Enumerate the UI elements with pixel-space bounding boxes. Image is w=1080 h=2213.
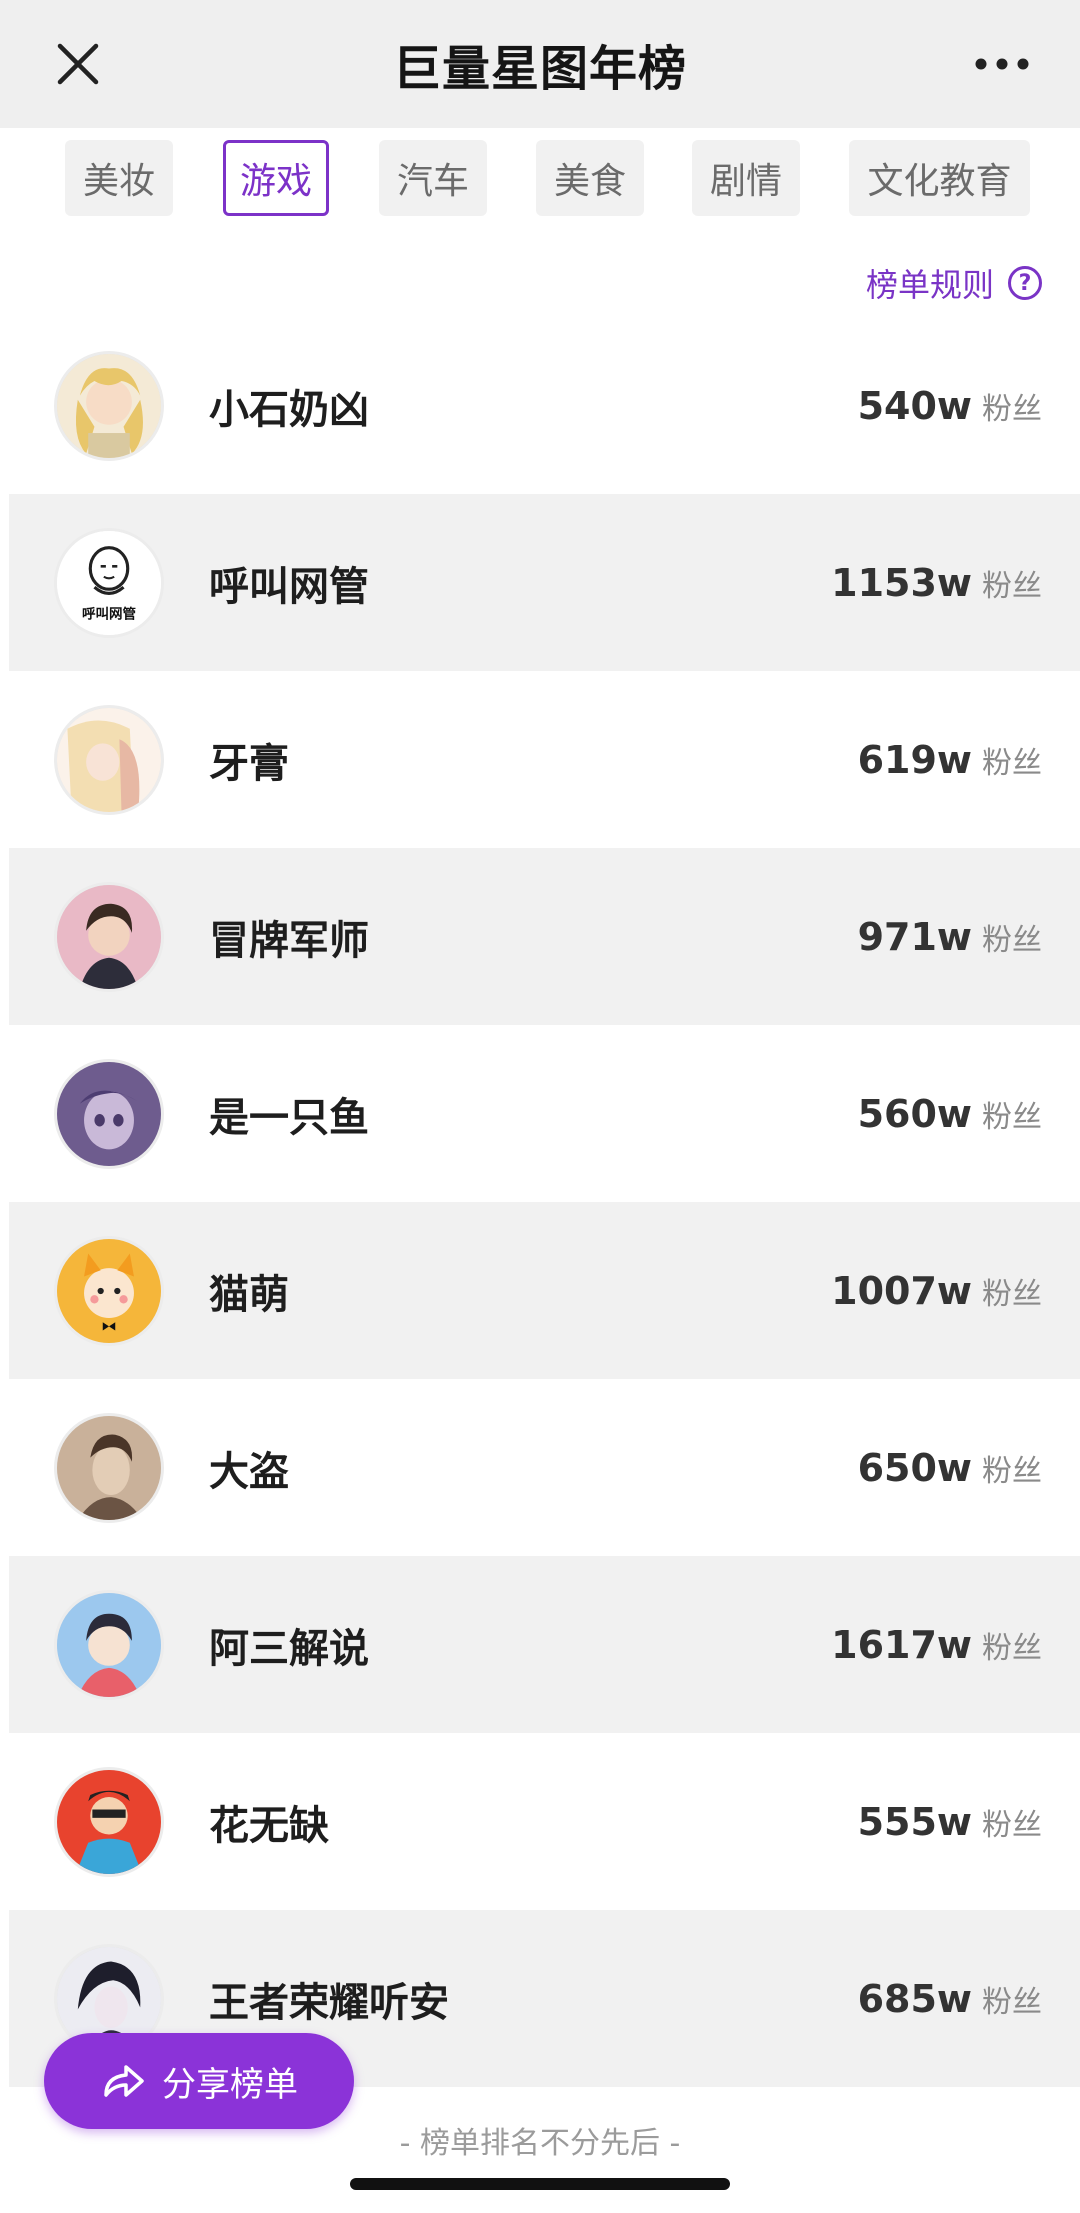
- rules-link[interactable]: 榜单规则 ?: [866, 258, 1042, 308]
- list-item[interactable]: 大盗 650w 粉丝: [9, 1379, 1080, 1556]
- creator-name: 阿三解说: [209, 1625, 369, 1672]
- tab-makeup[interactable]: 美妆: [65, 140, 173, 216]
- creator-name: 冒牌军师: [209, 917, 369, 964]
- fan-count: 1617w 粉丝: [831, 1623, 1042, 1667]
- fan-number: 1007w: [831, 1268, 972, 1313]
- close-icon: [57, 43, 99, 85]
- more-icon: [975, 58, 1029, 70]
- creator-name: 小石奶凶: [209, 386, 369, 433]
- rules-label: 榜单规则: [865, 266, 994, 304]
- more-button[interactable]: [968, 30, 1036, 98]
- avatar: [54, 1236, 164, 1346]
- page-title: 巨量星图年榜: [392, 41, 687, 97]
- fan-count: 1007w 粉丝: [831, 1269, 1042, 1313]
- top-bar: 巨量星图年榜: [0, 0, 1080, 128]
- fan-unit: 粉丝: [982, 922, 1042, 958]
- fan-count: 555w 粉丝: [858, 1800, 1042, 1844]
- tab-games[interactable]: 游戏: [223, 140, 329, 216]
- creator-name: 呼叫网管: [209, 563, 369, 610]
- avatar: [54, 882, 164, 992]
- page: 巨量星图年榜 美妆 游戏 汽车 美食 剧情 文化教育 榜单规则 ? 小石奶凶 5…: [0, 0, 1080, 2213]
- fan-number: 685w: [857, 1976, 972, 2021]
- fan-count: 685w 粉丝: [858, 1977, 1042, 2021]
- avatar: [54, 705, 164, 815]
- tab-education[interactable]: 文化教育: [849, 140, 1030, 216]
- fan-unit: 粉丝: [982, 1276, 1042, 1312]
- fan-count: 540w 粉丝: [858, 384, 1042, 428]
- share-ranking-button[interactable]: 分享榜单: [44, 2033, 354, 2129]
- list-item[interactable]: 是一只鱼 560w 粉丝: [9, 1025, 1080, 1202]
- creator-name: 牙膏: [209, 740, 289, 787]
- avatar: 呼叫网管: [54, 528, 164, 638]
- fan-number: 650w: [857, 1445, 972, 1490]
- list-item[interactable]: 冒牌军师 971w 粉丝: [9, 848, 1080, 1025]
- fan-number: 1617w: [831, 1622, 972, 1667]
- share-label: 分享榜单: [162, 2064, 298, 2105]
- tab-cars[interactable]: 汽车: [379, 140, 487, 216]
- fan-number: 971w: [857, 914, 972, 959]
- list-item[interactable]: 小石奶凶 540w 粉丝: [9, 317, 1080, 494]
- tab-drama[interactable]: 剧情: [692, 140, 800, 216]
- fan-number: 540w: [857, 383, 972, 428]
- list-item[interactable]: 牙膏 619w 粉丝: [9, 671, 1080, 848]
- avatar: [54, 351, 164, 461]
- fan-number: 560w: [857, 1091, 972, 1136]
- fan-unit: 粉丝: [982, 745, 1042, 781]
- fan-unit: 粉丝: [982, 1453, 1042, 1489]
- fan-number: 1153w: [831, 560, 972, 605]
- question-icon: ?: [1008, 266, 1042, 300]
- category-tabs: 美妆 游戏 汽车 美食 剧情 文化教育: [0, 128, 1080, 228]
- share-icon: [104, 2065, 144, 2097]
- home-indicator[interactable]: [350, 2178, 730, 2190]
- fan-unit: 粉丝: [982, 1630, 1042, 1666]
- ranking-list: 小石奶凶 540w 粉丝 呼叫网管 呼叫网管 1153w 粉丝 牙膏 619w …: [9, 317, 1080, 2087]
- list-item[interactable]: 猫萌 1007w 粉丝: [9, 1202, 1080, 1379]
- creator-name: 猫萌: [209, 1271, 289, 1318]
- creator-name: 大盗: [209, 1448, 289, 1495]
- avatar: [54, 1059, 164, 1169]
- fan-count: 650w 粉丝: [858, 1446, 1042, 1490]
- fan-count: 1153w 粉丝: [831, 561, 1042, 605]
- list-item[interactable]: 阿三解说 1617w 粉丝: [9, 1556, 1080, 1733]
- creator-name: 王者荣耀听安: [209, 1979, 449, 2026]
- avatar: [54, 1767, 164, 1877]
- fan-number: 619w: [857, 737, 972, 782]
- fan-count: 971w 粉丝: [858, 915, 1042, 959]
- avatar-label: 呼叫网管: [82, 605, 136, 622]
- avatar: [54, 1413, 164, 1523]
- list-item[interactable]: 呼叫网管 呼叫网管 1153w 粉丝: [9, 494, 1080, 671]
- fan-unit: 粉丝: [982, 391, 1042, 427]
- ranking-note: - 榜单排名不分先后 -: [399, 2126, 681, 2161]
- fan-count: 560w 粉丝: [858, 1092, 1042, 1136]
- fan-unit: 粉丝: [982, 568, 1042, 604]
- fan-count: 619w 粉丝: [858, 738, 1042, 782]
- fan-unit: 粉丝: [982, 1984, 1042, 2020]
- avatar: [54, 1590, 164, 1700]
- creator-name: 是一只鱼: [209, 1094, 369, 1141]
- close-button[interactable]: [44, 30, 112, 98]
- fan-unit: 粉丝: [982, 1807, 1042, 1843]
- tab-food[interactable]: 美食: [536, 140, 644, 216]
- list-item[interactable]: 花无缺 555w 粉丝: [9, 1733, 1080, 1910]
- fan-unit: 粉丝: [982, 1099, 1042, 1135]
- creator-name: 花无缺: [209, 1802, 329, 1849]
- fan-number: 555w: [857, 1799, 972, 1844]
